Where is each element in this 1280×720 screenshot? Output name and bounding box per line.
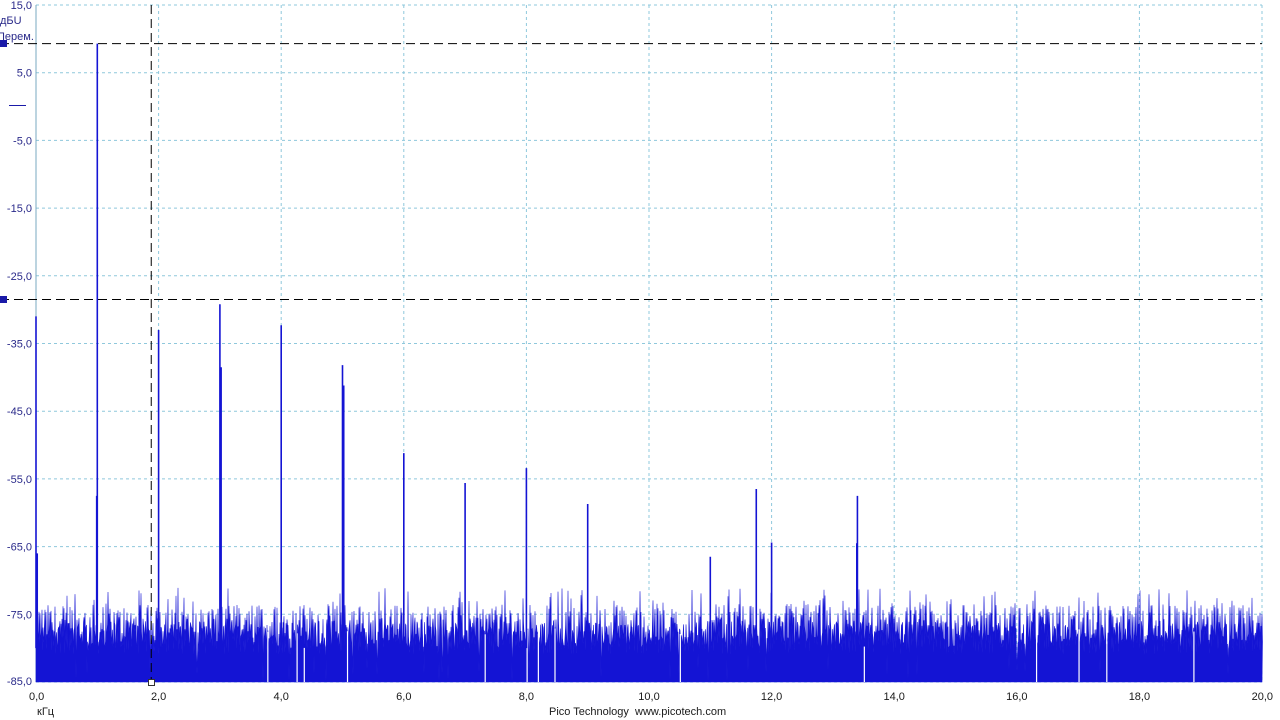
- y-tick-label: -75,0: [7, 609, 32, 621]
- spectrum-view: 15,0 5,0 -5,0 -15,0 -25,0 -35,0 -45,0 -55,0 -65,…: [0, 0, 1280, 720]
- x-tick-label: 10,0: [638, 691, 659, 703]
- y-tick-label: -65,0: [7, 542, 32, 554]
- x-tick-label: 18,0: [1129, 691, 1150, 703]
- y-tick-label: -55,0: [7, 474, 32, 486]
- y-tick-label: -25,0: [7, 271, 32, 283]
- x-tick-label: 14,0: [883, 691, 904, 703]
- x-tick-label: 16,0: [1006, 691, 1027, 703]
- footer-credit: Pico Technology www.picotech.com: [549, 706, 727, 718]
- x-tick-label: 20,0: [1252, 691, 1273, 703]
- x-tick-label: 4,0: [274, 691, 289, 703]
- y-tick-label: -45,0: [7, 406, 32, 418]
- x-tick-label: 12,0: [761, 691, 782, 703]
- y-tick-label: -35,0: [7, 339, 32, 351]
- x-tick-label: 0,0: [29, 691, 44, 703]
- y-tick-label: 5,0: [17, 68, 32, 80]
- y-tick-label: -5,0: [13, 135, 32, 147]
- x-axis-unit: кГц: [37, 706, 55, 718]
- x-tick-label: 6,0: [396, 691, 411, 703]
- spectrum-chart: 15,0 5,0 -5,0 -15,0 -25,0 -35,0 -45,0 -55,0 -65,…: [0, 0, 1273, 703]
- channel-trace-marker[interactable]: [9, 105, 26, 106]
- ruler-handle-upper[interactable]: [0, 40, 7, 47]
- y-tick-label: 15,0: [11, 0, 32, 12]
- y-axis-unit: дБU: [0, 15, 22, 27]
- x-tick-label: 8,0: [519, 691, 534, 703]
- x-tick-label: 2,0: [151, 691, 166, 703]
- y-tick-label: -15,0: [7, 203, 32, 215]
- spectral-peaks: [35, 43, 859, 649]
- y-tick-label: -85,0: [7, 676, 32, 688]
- ruler-handle-frequency[interactable]: [148, 679, 155, 686]
- ruler-handle-lower[interactable]: [0, 296, 7, 303]
